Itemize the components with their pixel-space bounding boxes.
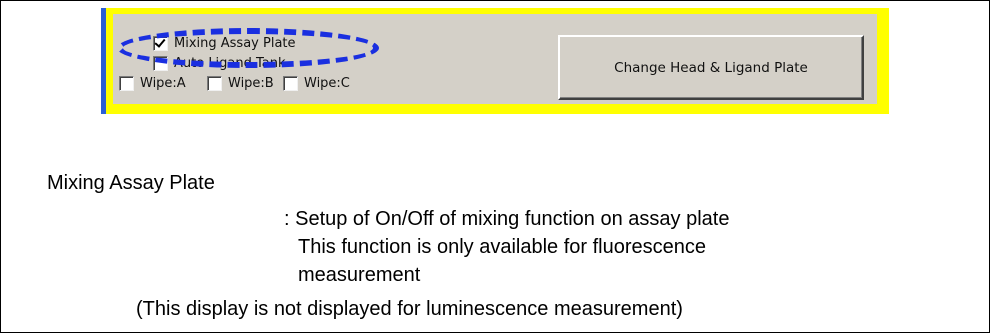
wipe-b-checkbox[interactable] <box>207 76 222 91</box>
description-heading: Mixing Assay Plate <box>47 172 215 194</box>
description-line-3: measurement <box>298 264 421 286</box>
wipe-a-label: Wipe:A <box>140 76 186 91</box>
wipe-b-label: Wipe:B <box>228 76 274 91</box>
panel-accent-bar <box>101 8 106 114</box>
description-note: (This display is not displayed for lumin… <box>136 298 683 320</box>
change-head-ligand-plate-button[interactable]: Change Head & Ligand Plate <box>558 35 864 100</box>
description-line-2: This function is only available for fluo… <box>298 236 706 258</box>
wipe-a-option[interactable]: Wipe:A <box>119 76 186 91</box>
wipe-c-checkbox[interactable] <box>283 76 298 91</box>
document-frame: Mixing Assay Plate Auto Ligand Tank Wipe… <box>0 0 990 333</box>
wipe-c-label: Wipe:C <box>304 76 350 91</box>
wipe-b-option[interactable]: Wipe:B <box>207 76 274 91</box>
wipe-a-checkbox[interactable] <box>119 76 134 91</box>
dashed-highlight-ellipse <box>117 28 379 68</box>
wipe-c-option[interactable]: Wipe:C <box>283 76 350 91</box>
description-line-1: : Setup of On/Off of mixing function on … <box>284 208 730 230</box>
